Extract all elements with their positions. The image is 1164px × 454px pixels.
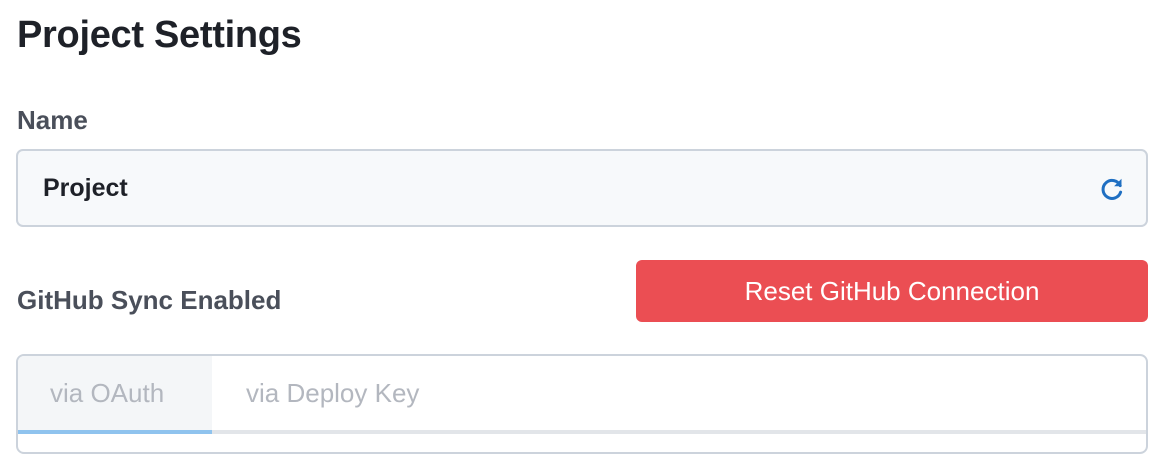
name-label: Name [17,105,88,135]
tab-strip: via OAuth via Deploy Key [18,356,439,434]
github-sync-tabs-panel: via OAuth via Deploy Key [16,354,1148,454]
tab-via-deploy-key[interactable]: via Deploy Key [212,356,439,434]
tab-via-oauth[interactable]: via OAuth [18,356,212,434]
name-field [16,149,1148,227]
github-sync-label: GitHub Sync Enabled [17,285,282,315]
page-title: Project Settings [17,14,302,56]
name-input[interactable] [18,151,1146,225]
tab-divider [212,430,1146,434]
reset-github-connection-button[interactable]: Reset GitHub Connection [636,260,1148,322]
refresh-icon[interactable] [1099,176,1125,202]
